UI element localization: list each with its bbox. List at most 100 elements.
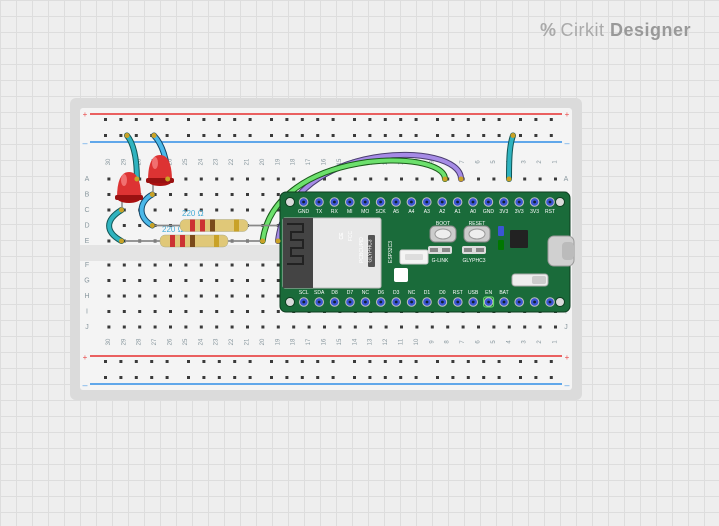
row-A-right: A <box>564 176 569 183</box>
label-pc: PC <box>398 274 405 280</box>
mcu-board[interactable]: RST3V33V33V3GNDA0A1A2A3A4A5SCKMOMIRXTXGN… <box>280 192 574 312</box>
mcu-label-bot-12: SDA <box>314 290 325 296</box>
brand-designer: Designer <box>610 20 691 40</box>
svg-text:+: + <box>565 110 570 119</box>
svg-text:–: – <box>564 380 569 390</box>
label-fcc: FCC <box>348 230 354 241</box>
mcu-top-pads <box>299 198 554 207</box>
brand-glyph: % <box>540 20 557 40</box>
status-led-2 <box>498 240 504 250</box>
mcu-label-bot-7: D3 <box>393 290 400 296</box>
mcu-label-bot-11: D8 <box>331 290 338 296</box>
col-num-bot-13: 13 <box>368 338 374 345</box>
label-reset: RESET <box>469 221 486 227</box>
svg-text:+: + <box>83 110 88 119</box>
svg-text:+: + <box>565 353 570 362</box>
svg-text:–: – <box>82 138 87 148</box>
svg-text:–: – <box>82 380 87 390</box>
label-glyphc3: GLYPHC3 <box>463 258 486 264</box>
row-I-left: I <box>86 309 88 316</box>
mcu-label-top-9: A4 <box>408 209 414 215</box>
mcu-label-bot-0: BAT <box>499 290 508 296</box>
usb-c-port <box>548 236 574 266</box>
row-J-left: J <box>85 324 89 331</box>
mcu-label-top-11: SCK <box>375 209 386 215</box>
circuit-svg: + + – – + + – – <box>50 80 670 450</box>
brand-logo: %Cirkit Designer <box>540 20 691 41</box>
mcu-label-top-10: A5 <box>393 209 399 215</box>
mcu-label-top-13: MI <box>347 209 353 215</box>
label-glink: G-LINK <box>432 258 449 264</box>
row-C-left: C <box>84 207 89 214</box>
col-num-top-16: 16 <box>322 158 328 165</box>
col-num-bot-15: 15 <box>337 338 343 345</box>
col-num-top-24: 24 <box>198 158 204 165</box>
row-B-left: B <box>85 192 90 199</box>
mcu-label-bot-13: SCL <box>299 290 309 296</box>
mcu-label-top-7: A2 <box>439 209 445 215</box>
resistor-2-label: 220 Ω <box>182 209 204 218</box>
circuit-stage: + + – – + + – – <box>50 80 670 450</box>
col-num-bot-26: 26 <box>168 338 174 345</box>
mcu-label-bot-6: NC <box>408 290 416 296</box>
col-num-top-23: 23 <box>214 158 220 165</box>
mcu-label-bot-4: D0 <box>439 290 446 296</box>
row-J-right: J <box>564 324 568 331</box>
col-num-bot-24: 24 <box>198 338 204 345</box>
col-num-bot-18: 18 <box>291 338 297 345</box>
col-num-bot-17: 17 <box>306 338 312 345</box>
label-boot: BOOT <box>436 221 450 227</box>
col-num-top-18: 18 <box>291 158 297 165</box>
col-num-bot-11: 11 <box>399 338 405 345</box>
row-A-left: A <box>85 176 90 183</box>
mcu-label-top-3: 3V3 <box>499 209 508 215</box>
row-E-left: E <box>85 238 90 245</box>
row-D-left: D <box>84 223 89 230</box>
power-switch[interactable] <box>512 274 548 286</box>
col-num-top-21: 21 <box>245 158 251 165</box>
col-num-top-20: 20 <box>260 158 266 165</box>
col-num-bot-27: 27 <box>152 338 158 345</box>
col-num-bot-12: 12 <box>383 338 389 345</box>
col-num-bot-28: 28 <box>137 338 143 345</box>
mcu-label-bot-9: NC <box>362 290 370 296</box>
col-num-top-19: 19 <box>275 158 281 165</box>
col-num-bot-10: 10 <box>414 338 420 345</box>
status-led-1 <box>498 226 504 236</box>
mcu-top-labels: RST3V33V33V3GNDA0A1A2A3A4A5SCKMOMIRXTXGN… <box>298 209 555 215</box>
mcu-label-top-4: GND <box>483 209 495 215</box>
col-num-top-30: 30 <box>106 158 112 165</box>
row-G-left: G <box>84 278 89 285</box>
col-num-bot-29: 29 <box>121 338 127 345</box>
mcu-label-bot-2: USB <box>468 290 479 296</box>
mcu-label-bot-8: D6 <box>378 290 385 296</box>
mcu-label-top-6: A1 <box>455 209 461 215</box>
mcu-label-bot-10: D7 <box>347 290 354 296</box>
mcu-label-top-2: 3V3 <box>515 209 524 215</box>
col-num-top-22: 22 <box>229 158 235 165</box>
col-num-bot-25: 25 <box>183 338 189 345</box>
mcu-label-top-8: A3 <box>424 209 430 215</box>
mcu-label-top-16: GND <box>298 209 310 215</box>
col-num-bot-20: 20 <box>260 338 266 345</box>
row-H-left: H <box>84 293 89 300</box>
col-num-bot-21: 21 <box>245 338 251 345</box>
mcu-label-bot-5: D1 <box>424 290 431 296</box>
col-num-top-29: 29 <box>121 158 127 165</box>
svg-text:–: – <box>564 138 569 148</box>
col-num-top-17: 17 <box>306 158 312 165</box>
col-num-bot-30: 30 <box>106 338 112 345</box>
col-num-bot-22: 22 <box>229 338 235 345</box>
mcu-bot-pads <box>300 297 555 307</box>
brand-name: Cirkit <box>560 20 604 40</box>
regulator-chip <box>510 230 528 248</box>
mcu-label-top-5: A0 <box>470 209 476 215</box>
label-esp32c3: ESP32C3 <box>388 241 394 263</box>
mcu-label-bot-3: RST <box>453 290 463 296</box>
mcu-label-top-0: RST <box>545 209 555 215</box>
col-num-top-25: 25 <box>183 158 189 165</box>
mcu-label-top-12: MO <box>361 209 369 215</box>
mcu-label-top-14: RX <box>331 209 339 215</box>
row-F-left: F <box>85 262 89 269</box>
esp-module: FCC CE PCBCUPID GLYPHC3 <box>283 218 381 288</box>
